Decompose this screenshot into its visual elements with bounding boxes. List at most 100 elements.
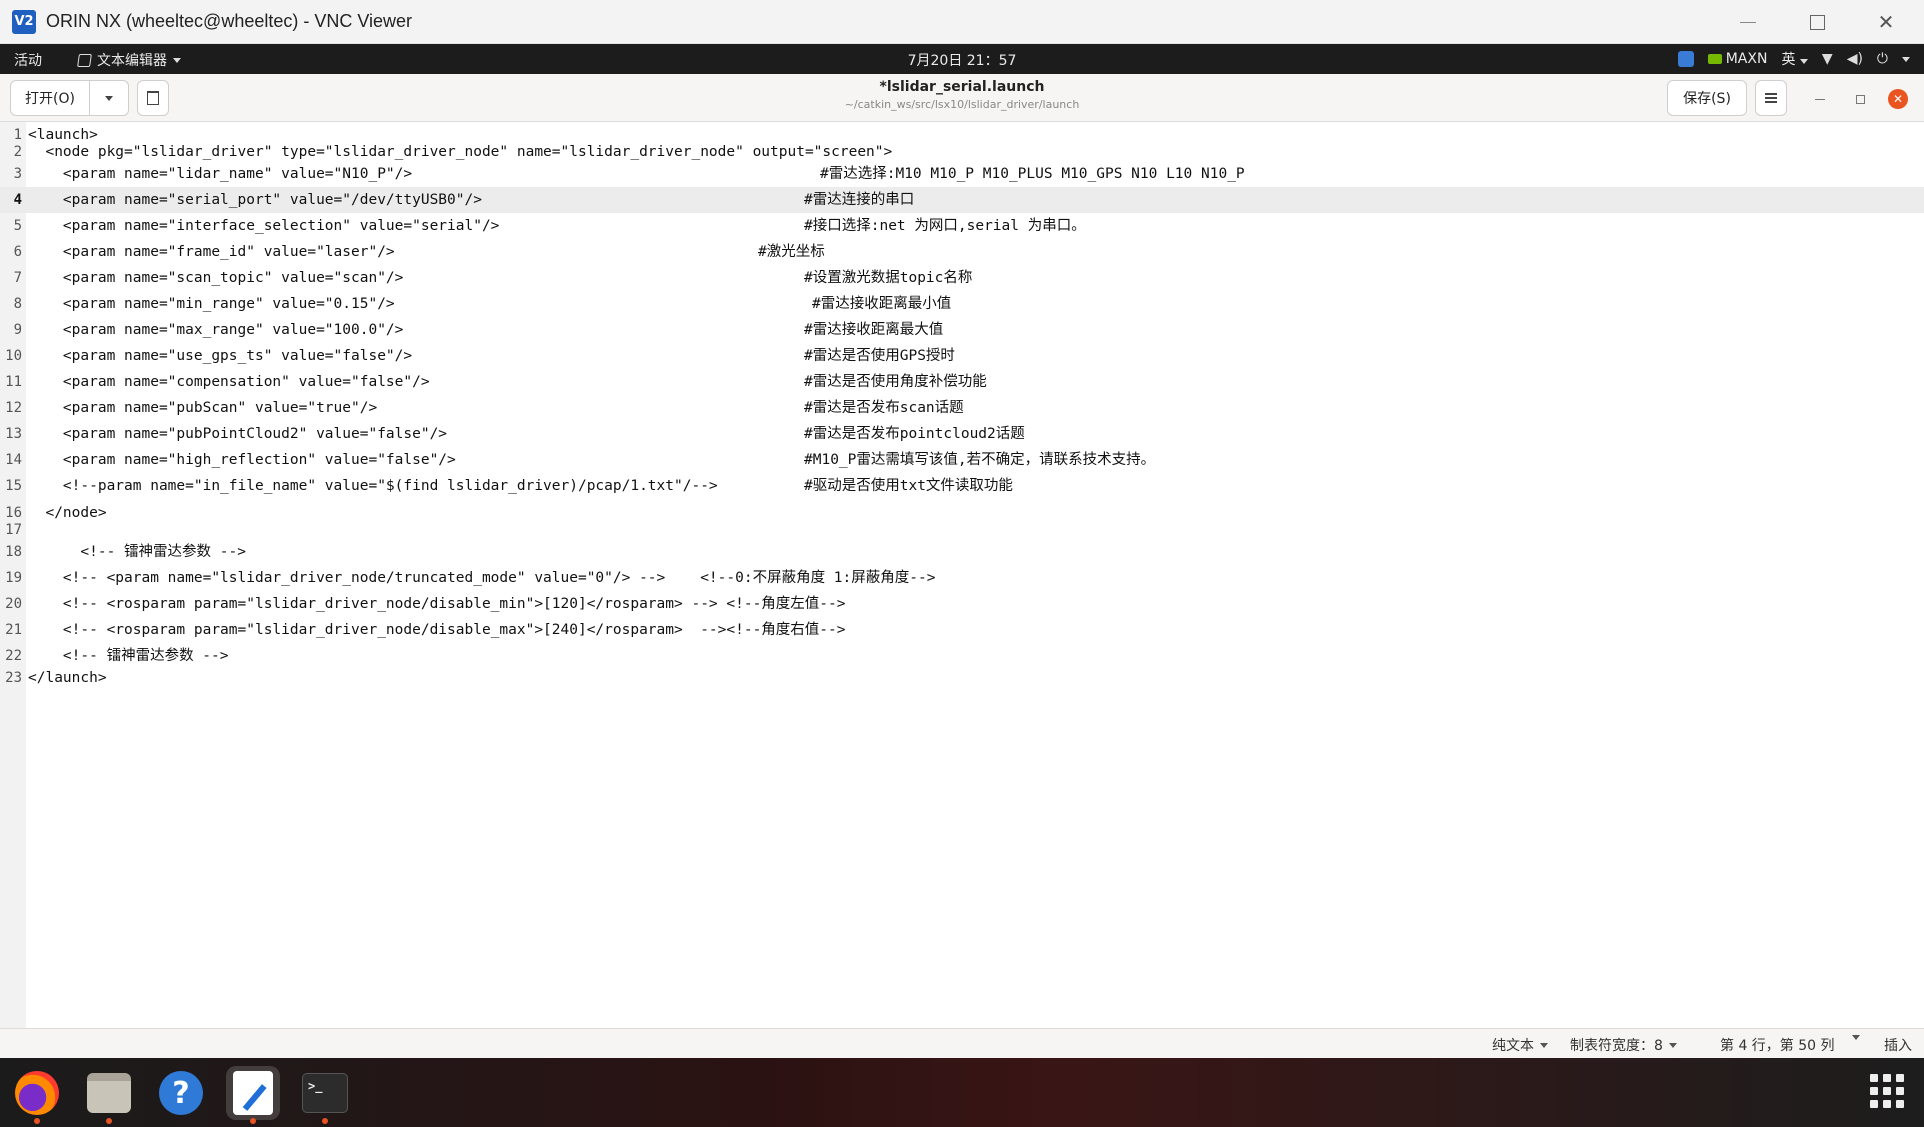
- code-text: <param name="high_reflection" value="fal…: [28, 452, 456, 468]
- code-line[interactable]: 18 <!-- 镭神雷达参数 -->: [0, 539, 1924, 565]
- status-bar: 纯文本 制表符宽度：8 第 4 行，第 50 列 插入: [0, 1028, 1924, 1058]
- code-text: <param name="compensation" value="false"…: [28, 374, 430, 390]
- code-line[interactable]: 3 <param name="lidar_name" value="N10_P"…: [0, 161, 1924, 187]
- code-comment: #雷达连接的串口: [804, 192, 915, 208]
- code-line[interactable]: 12 <param name="pubScan" value="true"/> #…: [0, 395, 1924, 421]
- running-indicator: [250, 1118, 256, 1124]
- code-line[interactable]: 5 <param name="interface_selection" valu…: [0, 213, 1924, 239]
- code-line[interactable]: 14 <param name="high_reflection" value="…: [0, 447, 1924, 473]
- line-number: 23: [5, 670, 22, 686]
- code-comment: #驱动是否使用txt文件读取功能: [804, 478, 1013, 494]
- vnc-logo-icon: V2: [12, 10, 36, 34]
- chevron-down-icon: [1668, 1042, 1677, 1048]
- code-text: <param name="interface_selection" value=…: [28, 218, 500, 234]
- window-minimize-button[interactable]: [1726, 6, 1770, 38]
- main-menu-button[interactable]: [1755, 80, 1787, 116]
- wifi-icon[interactable]: ▼: [1822, 51, 1833, 67]
- cursor-position-selector[interactable]: 第 4 行，第 50 列: [1720, 1035, 1835, 1055]
- code-text: <!--param name="in_file_name" value="$(f…: [28, 478, 718, 494]
- dock-item-terminal[interactable]: >_: [298, 1066, 352, 1124]
- code-line[interactable]: 20 <!-- <rosparam param="lslidar_driver_…: [0, 591, 1924, 617]
- code-comment: #雷达接收距离最大值: [804, 322, 944, 338]
- editor-minimize-button[interactable]: [1810, 89, 1830, 109]
- running-indicator: [106, 1118, 112, 1124]
- line-number: 13: [5, 426, 22, 442]
- code-comment: #雷达选择:M10 M10_P M10_PLUS M10_GPS N10 L10…: [820, 166, 1245, 182]
- save-button[interactable]: 保存(S): [1667, 80, 1747, 116]
- text-editor-icon: [233, 1071, 273, 1115]
- chevron-down-icon: [1540, 1042, 1548, 1048]
- hamburger-menu-icon: [1765, 93, 1777, 103]
- line-number: 15: [5, 478, 22, 494]
- window-close-button[interactable]: ✕: [1864, 6, 1908, 38]
- code-line[interactable]: 9 <param name="max_range" value="100.0"/…: [0, 317, 1924, 343]
- code-line[interactable]: 11 <param name="compensation" value="fal…: [0, 369, 1924, 395]
- line-number: 9: [13, 322, 22, 338]
- code-comment: #雷达是否使用角度补偿功能: [804, 374, 987, 390]
- syntax-selector[interactable]: 纯文本: [1492, 1035, 1548, 1055]
- code-comment: #雷达是否发布pointcloud2话题: [804, 426, 1025, 442]
- line-number: 19: [5, 570, 22, 586]
- code-line[interactable]: 13 <param name="pubPointCloud2" value="f…: [0, 421, 1924, 447]
- code-comment: #设置激光数据topic名称: [804, 270, 973, 286]
- tab-width-selector[interactable]: 制表符宽度：8: [1570, 1035, 1677, 1055]
- editor-close-button[interactable]: ✕: [1888, 89, 1908, 109]
- window-maximize-button[interactable]: [1795, 6, 1839, 38]
- dock-item-firefox[interactable]: [10, 1066, 64, 1124]
- code-line[interactable]: 21 <!-- <rosparam param="lslidar_driver_…: [0, 617, 1924, 643]
- line-number: 12: [5, 400, 22, 416]
- maximize-icon: [1809, 14, 1825, 30]
- code-line[interactable]: 23 </launch>: [0, 665, 1924, 691]
- code-line[interactable]: 4 <param name="serial_port" value="/dev/…: [0, 187, 1924, 213]
- code-line[interactable]: 10 <param name="use_gps_ts" value="false…: [0, 343, 1924, 369]
- clock[interactable]: 7月20日 21：57: [0, 50, 1924, 70]
- restore-icon: [1855, 94, 1865, 104]
- code-line[interactable]: 8 <param name="min_range" value="0.15"/>…: [0, 291, 1924, 317]
- cursor-position-dropdown[interactable]: [1852, 1035, 1860, 1040]
- system-tray[interactable]: MAXN 英 ▼ ◀) ⏻: [1677, 49, 1910, 69]
- code-line[interactable]: 7 <param name="scan_topic" value="scan"/…: [0, 265, 1924, 291]
- dock-item-files[interactable]: [82, 1066, 136, 1124]
- editor-restore-button[interactable]: [1850, 89, 1870, 109]
- dock-item-help[interactable]: ?: [154, 1066, 208, 1120]
- code-text: <param name="frame_id" value="laser"/>: [28, 244, 395, 260]
- text-editor-view[interactable]: 1 <launch> 2 <node pkg="lslidar_driver" ty…: [0, 122, 1924, 1028]
- dock-item-text-editor[interactable]: [226, 1066, 280, 1124]
- code-line[interactable]: 19 <!-- <param name="lslidar_driver_node…: [0, 565, 1924, 591]
- line-number: 14: [5, 452, 22, 468]
- code-line[interactable]: 6 <param name="frame_id" value="laser"/>…: [0, 239, 1924, 265]
- line-number: 11: [5, 374, 22, 390]
- code-line[interactable]: 15 <!--param name="in_file_name" value="…: [0, 473, 1924, 499]
- dock: ? >_: [0, 1058, 1924, 1127]
- insert-mode-indicator[interactable]: 插入: [1884, 1035, 1912, 1055]
- code-text: <!-- <rosparam param="lslidar_driver_nod…: [28, 596, 846, 612]
- code-text: <param name="lidar_name" value="N10_P"/>: [28, 166, 413, 182]
- code-text: <param name="pubPointCloud2" value="fals…: [28, 426, 448, 442]
- volume-icon[interactable]: ◀): [1847, 51, 1863, 67]
- document-path: ~/catkin_ws/src/lsx10/lslidar_driver/lau…: [844, 98, 1080, 111]
- chevron-down-icon[interactable]: [1902, 56, 1910, 62]
- code-comment: #雷达是否使用GPS授时: [804, 348, 955, 364]
- line-number: 6: [13, 244, 22, 260]
- input-method-label: 英: [1781, 52, 1796, 68]
- files-icon: [87, 1073, 131, 1113]
- code-text: <param name="pubScan" value="true"/>: [28, 400, 378, 416]
- chevron-down-icon: [1799, 59, 1808, 64]
- power-mode-indicator[interactable]: MAXN: [1707, 51, 1767, 67]
- code-text: <param name="min_range" value="0.15"/>: [28, 296, 395, 312]
- code-text: <param name="scan_topic" value="scan"/>: [28, 270, 404, 286]
- line-number: 18: [5, 544, 22, 560]
- tab-width-label: 制表符宽度：8: [1570, 1038, 1663, 1054]
- show-applications-icon[interactable]: [1870, 1074, 1904, 1108]
- power-icon[interactable]: ⏻: [1877, 51, 1888, 67]
- gnome-top-bar: 活动 文本编辑器 7月20日 21：57 MAXN 英 ▼ ◀) ⏻: [0, 44, 1924, 74]
- terminal-icon: >_: [302, 1073, 348, 1113]
- input-method-indicator[interactable]: 英: [1781, 49, 1808, 69]
- code-comment: #雷达接收距离最小值: [812, 296, 952, 312]
- code-text: <!-- <param name="lslidar_driver_node/tr…: [28, 570, 936, 586]
- code-comment: #激光坐标: [758, 244, 825, 260]
- tray-app-icon[interactable]: [1677, 51, 1694, 67]
- syntax-label: 纯文本: [1492, 1038, 1534, 1054]
- firefox-icon: [15, 1071, 59, 1115]
- code-comment: #雷达是否发布scan话题: [804, 400, 964, 416]
